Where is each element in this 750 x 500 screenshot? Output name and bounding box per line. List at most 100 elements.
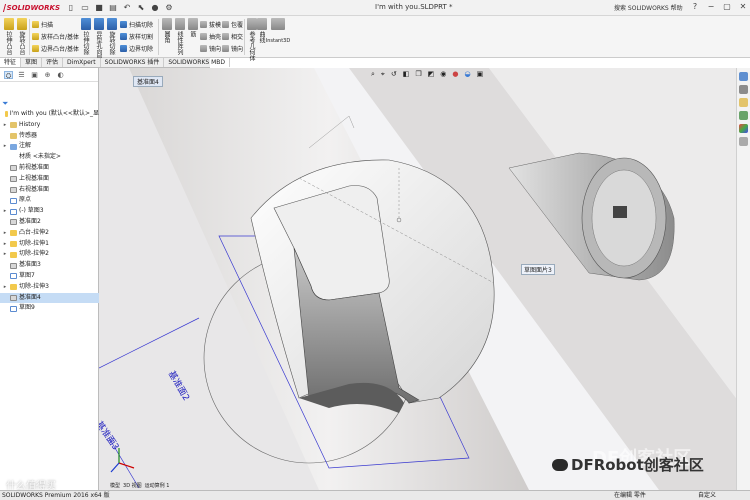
model-view[interactable]	[99, 68, 736, 490]
feature-tree: I'm with you (默认<<默认>_显 ▸ History 传感器 ▸ 注解 材质 …	[0, 109, 99, 314]
appearances-icon[interactable]	[739, 124, 748, 133]
filter-icon[interactable]: ⏷	[2, 99, 8, 109]
tree-item[interactable]: 草图9	[0, 303, 99, 314]
solidworks-logo[interactable]: SOLIDWORKS	[0, 0, 60, 16]
hole-wizard-button[interactable]: 异型孔向导	[93, 18, 104, 61]
boundary-cut-button[interactable]: 边界切除	[120, 44, 153, 53]
tab-evaluate[interactable]: 评估	[42, 58, 64, 67]
display-manager-icon[interactable]: ◐	[56, 71, 65, 79]
graphics-area[interactable]: 基准面4 草图面片3 基准面2 基准面3 ⌕ ⌖ ↺ ◧ ❒ ◩ ◉ ● ◒ ▣	[99, 68, 736, 490]
maximize-icon[interactable]: ▢	[722, 2, 732, 11]
tree-item[interactable]: ▸ 凸台-拉伸2	[0, 228, 99, 239]
expand-arrow-icon[interactable]: ▸	[2, 120, 8, 131]
boundary-boss-button[interactable]: 边界凸台/基体	[32, 44, 79, 53]
tab-dimxpert[interactable]: DimXpert	[63, 58, 101, 67]
extrude-cut-button[interactable]: 拉伸切除	[80, 18, 91, 55]
mirror-button[interactable]: 镜向	[200, 44, 221, 53]
tab-sketch[interactable]: 草图	[21, 58, 43, 67]
revolve-cut-button[interactable]: 旋转切除	[106, 18, 117, 55]
dimxpert-icon[interactable]: ⊕	[43, 71, 52, 79]
tab-mbd[interactable]: SOLIDWORKS MBD	[164, 58, 231, 67]
tab-3d-views[interactable]: 3D 视图	[123, 482, 142, 491]
expand-arrow-icon[interactable]: ▸	[2, 282, 8, 293]
save-icon[interactable]: ■	[94, 3, 104, 13]
expand-arrow-icon[interactable]: ▸	[2, 206, 8, 217]
print-icon[interactable]: ▤	[108, 3, 118, 13]
rib-button[interactable]: 筋	[187, 18, 198, 37]
undo-icon[interactable]: ↶	[122, 3, 132, 13]
options-icon[interactable]: ⚙	[164, 3, 174, 13]
instant3d-button[interactable]: Instant3D	[266, 18, 290, 44]
mirror2-button[interactable]: 镜向	[222, 44, 243, 53]
property-manager-icon[interactable]: ☰	[17, 71, 26, 79]
tree-item[interactable]: 右视基准面	[0, 185, 99, 196]
edit-appearance-icon[interactable]: ●	[452, 70, 458, 79]
tree-item[interactable]: 上视基准面	[0, 174, 99, 185]
tab-features[interactable]: 特征	[0, 58, 22, 67]
configuration-manager-icon[interactable]: ▣	[30, 71, 39, 79]
custom-properties-icon[interactable]	[739, 137, 748, 146]
tab-motion-study[interactable]: 运动算例 1	[145, 482, 170, 491]
expand-arrow-icon[interactable]: ▸	[2, 228, 8, 239]
tree-item[interactable]: 草图7	[0, 271, 99, 282]
expand-arrow-icon[interactable]: ▸	[2, 249, 8, 260]
face3-tag[interactable]: 草图面片3	[521, 264, 555, 275]
tree-item[interactable]: ▸ 注解	[0, 141, 99, 152]
rebuild-icon[interactable]: ●	[150, 3, 160, 13]
help-icon[interactable]: ?	[690, 2, 700, 11]
ds-logo-icon	[2, 3, 6, 12]
tree-item[interactable]: 材质 <未指定>	[0, 152, 99, 163]
close-icon[interactable]: ✕	[738, 2, 748, 11]
lofted-cut-button[interactable]: 放样切割	[120, 32, 153, 41]
units-status[interactable]: 自定义	[698, 491, 716, 500]
view-orientation-icon[interactable]: ❒	[415, 70, 421, 79]
tree-item[interactable]: 基准面2	[0, 217, 99, 228]
tab-addins[interactable]: SOLIDWORKS 插件	[101, 58, 165, 67]
sweep-button[interactable]: 扫描	[32, 20, 53, 29]
help-search-input[interactable]: 搜索 SOLIDWORKS 帮助	[614, 3, 698, 13]
file-explorer-icon[interactable]	[739, 98, 748, 107]
wrap-button[interactable]: 包覆	[222, 20, 243, 29]
section-view-icon[interactable]: ◧	[403, 70, 410, 79]
tree-item[interactable]: 基准面3	[0, 260, 99, 271]
expand-arrow-icon[interactable]: ▸	[2, 141, 8, 152]
tab-model[interactable]: 模型	[110, 482, 120, 491]
view-settings-icon[interactable]: ▣	[477, 70, 484, 79]
extrude-boss-button[interactable]: 拉伸凸台	[3, 18, 14, 55]
zoom-fit-icon[interactable]: ⌕	[371, 70, 375, 79]
tree-item[interactable]: 基准面4	[0, 292, 99, 304]
shell-button[interactable]: 抽壳	[200, 32, 221, 41]
swept-cut-button[interactable]: 扫描切除	[120, 20, 153, 29]
feature-manager-icon[interactable]: ⛭	[4, 71, 13, 80]
minimize-icon[interactable]: −	[706, 2, 716, 11]
new-icon[interactable]: ▯	[66, 3, 76, 13]
expand-arrow-icon[interactable]: ▸	[2, 239, 8, 250]
loft-button[interactable]: 放样凸台/基体	[32, 32, 79, 41]
fillet-button[interactable]: 圆角	[161, 18, 172, 43]
tree-item[interactable]: ▸ 切除-拉伸1	[0, 239, 99, 250]
tree-item[interactable]: ▸ 切除-拉伸2	[0, 249, 99, 260]
sketch-icon	[10, 208, 17, 215]
plane4-tag[interactable]: 基准面4	[133, 76, 163, 87]
tree-item[interactable]: ▸ (-) 草图3	[0, 206, 99, 217]
display-style-icon[interactable]: ◩	[428, 70, 435, 79]
tree-item[interactable]: ▸ History	[0, 120, 99, 131]
view-palette-icon[interactable]	[739, 111, 748, 120]
design-library-icon[interactable]	[739, 85, 748, 94]
open-icon[interactable]: ▭	[80, 3, 90, 13]
hide-show-icon[interactable]: ◉	[440, 70, 446, 79]
tree-item[interactable]: 原点	[0, 195, 99, 206]
intersect-button[interactable]: 相交	[222, 32, 243, 41]
zoom-area-icon[interactable]: ⌖	[381, 70, 385, 79]
tree-item[interactable]: 前视基准面	[0, 163, 99, 174]
revolve-boss-button[interactable]: 旋转凸台	[16, 18, 27, 55]
select-icon[interactable]: ⬉	[136, 3, 146, 13]
previous-view-icon[interactable]: ↺	[391, 70, 397, 79]
linear-pattern-button[interactable]: 线性阵列	[174, 18, 185, 55]
tree-item[interactable]: I'm with you (默认<<默认>_显	[0, 109, 99, 120]
resources-icon[interactable]	[739, 72, 748, 81]
draft-button[interactable]: 拔模	[200, 20, 221, 29]
tree-item[interactable]: ▸ 切除-拉伸3	[0, 282, 99, 293]
tree-item[interactable]: 传感器	[0, 131, 99, 142]
apply-scene-icon[interactable]: ◒	[465, 70, 471, 79]
